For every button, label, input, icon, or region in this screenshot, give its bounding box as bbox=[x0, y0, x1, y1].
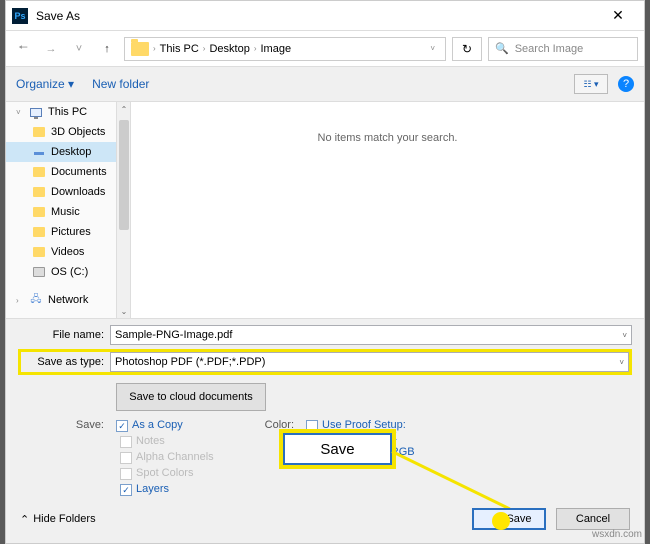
as-copy-label: As a Copy bbox=[132, 419, 183, 431]
tree-music[interactable]: Music bbox=[6, 202, 130, 222]
empty-message: No items match your search. bbox=[318, 132, 458, 144]
save-to-cloud-button[interactable]: Save to cloud documents bbox=[116, 383, 266, 411]
breadcrumb-seg[interactable]: Image bbox=[261, 43, 292, 55]
tree-os-c[interactable]: OS (C:) bbox=[6, 262, 130, 282]
cancel-button[interactable]: Cancel bbox=[556, 508, 630, 530]
refresh-button[interactable]: ↻ bbox=[452, 37, 482, 61]
alpha-label: Alpha Channels bbox=[136, 451, 214, 463]
spot-label: Spot Colors bbox=[136, 467, 193, 479]
save-button-highlighted[interactable]: Save bbox=[283, 433, 392, 465]
chevron-down-icon[interactable]: ˅ bbox=[430, 44, 439, 53]
filename-label: File name: bbox=[18, 329, 110, 341]
window-title: Save As bbox=[36, 9, 80, 23]
savetype-highlight: Save as type: Photoshop PDF (*.PDF;*.PDP… bbox=[18, 349, 632, 375]
organize-menu[interactable]: Organize ▾ bbox=[16, 77, 74, 91]
notes-checkbox bbox=[120, 436, 132, 448]
file-list: No items match your search. bbox=[131, 102, 644, 318]
tree-3d-objects[interactable]: 3D Objects bbox=[6, 122, 130, 142]
bottom-panel: File name: Sample-PNG-Image.pdf ˅ Save a… bbox=[6, 319, 644, 506]
annotation-dot bbox=[492, 512, 510, 530]
tree-this-pc[interactable]: ˅This PC bbox=[6, 102, 130, 122]
close-button[interactable]: ✕ bbox=[598, 7, 638, 24]
filename-input[interactable]: Sample-PNG-Image.pdf ˅ bbox=[110, 325, 632, 345]
savetype-label: Save as type: bbox=[21, 356, 110, 368]
scroll-up-icon[interactable]: ⌃ bbox=[117, 102, 131, 116]
back-button[interactable]: 🠔 bbox=[12, 38, 34, 60]
watermark: wsxdn.com bbox=[592, 529, 642, 540]
save-as-dialog: Ps Save As ✕ 🠔 → ˅ ↑ › This PC › Desktop… bbox=[5, 0, 645, 544]
main-area: ˅This PC 3D Objects ▬Desktop Documents D… bbox=[6, 101, 644, 319]
layers-checkbox[interactable]: ✓ bbox=[120, 484, 132, 496]
breadcrumb[interactable]: › This PC › Desktop › Image ˅ bbox=[124, 37, 446, 61]
tree-downloads[interactable]: Downloads bbox=[6, 182, 130, 202]
breadcrumb-seg[interactable]: This PC bbox=[160, 43, 199, 55]
chevron-down-icon[interactable]: ˅ bbox=[619, 358, 624, 367]
new-folder-button[interactable]: New folder bbox=[92, 77, 149, 91]
folder-tree: ˅This PC 3D Objects ▬Desktop Documents D… bbox=[6, 102, 131, 318]
save-opts-label: Save: bbox=[72, 419, 112, 431]
help-button[interactable]: ? bbox=[618, 76, 634, 92]
tree-documents[interactable]: Documents bbox=[6, 162, 130, 182]
tree-videos[interactable]: Videos bbox=[6, 242, 130, 262]
recent-dropdown[interactable]: ˅ bbox=[68, 38, 90, 60]
alpha-checkbox bbox=[120, 452, 132, 464]
nav-bar: 🠔 → ˅ ↑ › This PC › Desktop › Image ˅ ↻ … bbox=[6, 31, 644, 67]
savetype-select[interactable]: Photoshop PDF (*.PDF;*.PDP) ˅ bbox=[110, 352, 629, 372]
title-bar: Ps Save As ✕ bbox=[6, 1, 644, 31]
search-icon: 🔍 bbox=[495, 42, 509, 55]
tree-scrollbar[interactable]: ⌃ ⌄ bbox=[116, 102, 130, 318]
toolbar: Organize ▾ New folder ☷ ▾ ? bbox=[6, 67, 644, 101]
chevron-down-icon[interactable]: ˅ bbox=[622, 331, 627, 340]
tree-desktop[interactable]: ▬Desktop bbox=[6, 142, 130, 162]
hide-folders-toggle[interactable]: ⌃Hide Folders bbox=[20, 513, 96, 526]
forward-button: → bbox=[40, 38, 62, 60]
scroll-down-icon[interactable]: ⌄ bbox=[117, 304, 131, 318]
save-button[interactable]: Save bbox=[472, 508, 546, 530]
breadcrumb-seg[interactable]: Desktop bbox=[209, 43, 249, 55]
up-button[interactable]: ↑ bbox=[96, 38, 118, 60]
layers-label: Layers bbox=[136, 483, 169, 495]
chevron-up-icon: ⌃ bbox=[20, 513, 29, 526]
notes-label: Notes bbox=[136, 435, 165, 447]
save-highlight: Save bbox=[279, 429, 396, 469]
spot-checkbox bbox=[120, 468, 132, 480]
app-icon: Ps bbox=[12, 8, 28, 24]
view-mode-button[interactable]: ☷ ▾ bbox=[574, 74, 608, 94]
as-copy-checkbox[interactable]: ✓ bbox=[116, 420, 128, 432]
tree-pictures[interactable]: Pictures bbox=[6, 222, 130, 242]
footer: ⌃Hide Folders Save Cancel bbox=[6, 507, 644, 531]
tree-network[interactable]: ›🖧Network bbox=[6, 290, 130, 310]
search-input[interactable]: 🔍 Search Image bbox=[488, 37, 638, 61]
folder-icon bbox=[131, 42, 149, 56]
scroll-thumb[interactable] bbox=[119, 120, 129, 230]
search-placeholder: Search Image bbox=[515, 43, 583, 55]
